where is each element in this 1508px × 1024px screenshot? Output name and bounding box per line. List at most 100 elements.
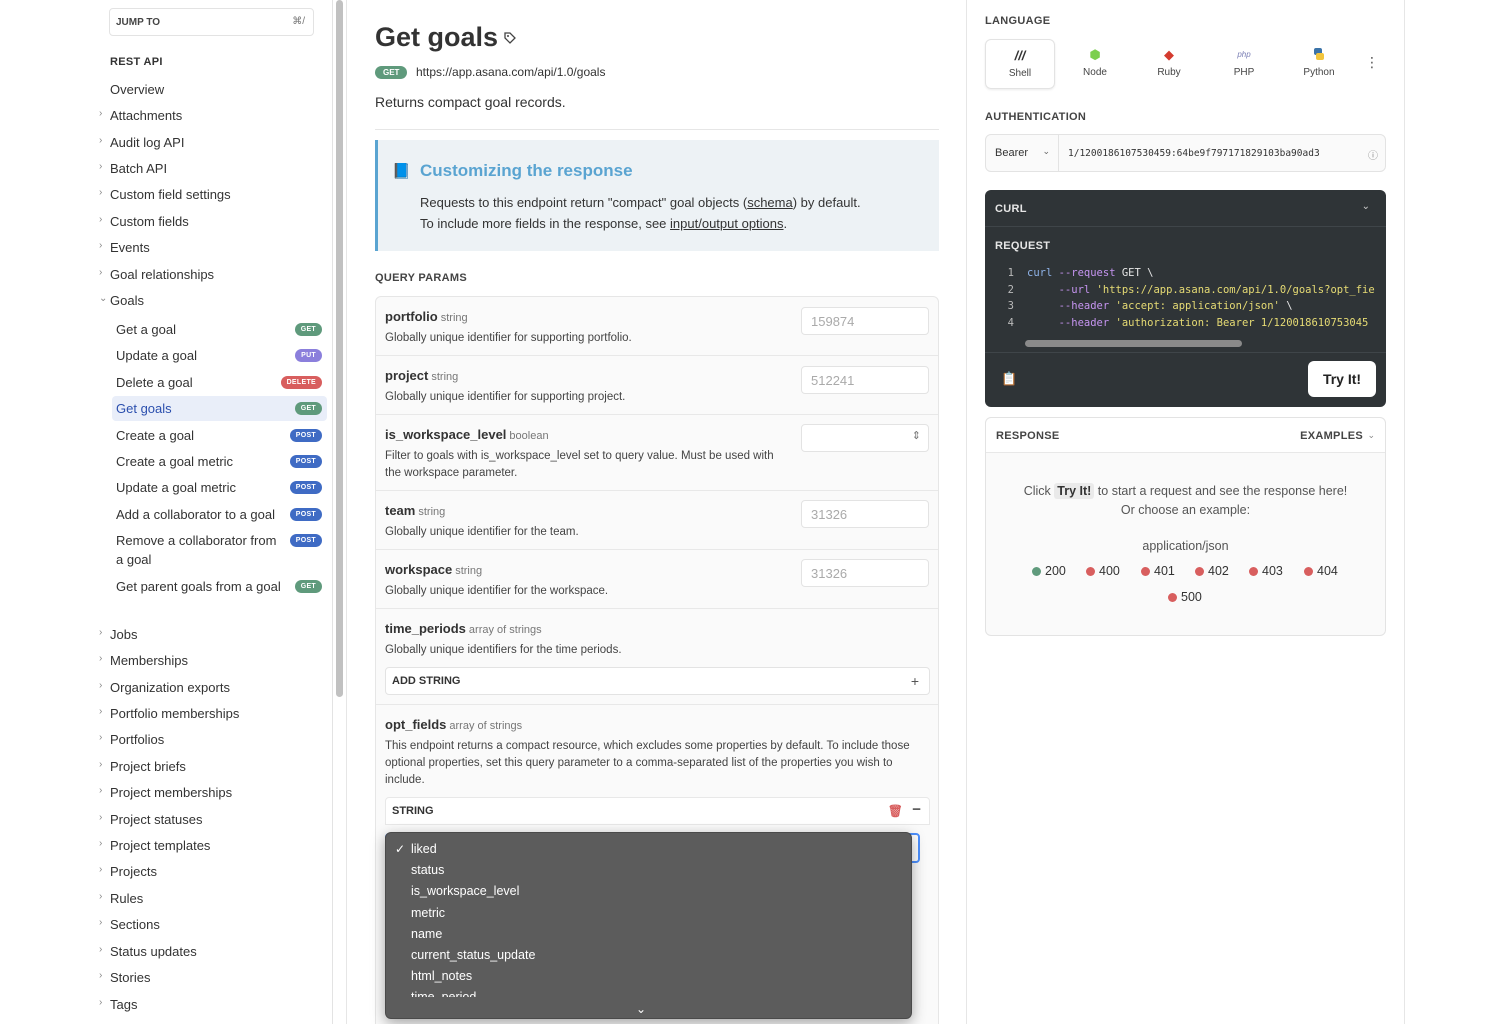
add-string-button[interactable]: ADD STRING + (385, 667, 930, 695)
sidebar-item-custom-fields[interactable]: › Custom fields (99, 214, 189, 229)
status-example-500[interactable]: 500 (1168, 590, 1202, 604)
workspace-input[interactable]: 31326 (801, 559, 929, 587)
dropdown-option[interactable]: status (411, 863, 444, 877)
sidebar-item-events[interactable]: › Events (99, 240, 150, 255)
callout: 📘 Customizing the response Requests to t… (375, 140, 939, 251)
param-row-time-periods: time_periods array of strings Globally un… (376, 609, 938, 705)
sidebar-item-project-templates[interactable]: › Project templates (99, 838, 210, 853)
sidebar-item-portfolio-memberships[interactable]: › Portfolio memberships (99, 706, 239, 721)
dropdown-option[interactable]: is_workspace_level (411, 884, 519, 898)
tag-icon[interactable] (504, 32, 516, 44)
sidebar-subitem[interactable]: Delete a goal DELETE (112, 370, 327, 395)
sidebar-item-label: Stories (110, 970, 151, 985)
trash-icon[interactable]: 🗑 (888, 804, 903, 818)
sidebar-item-portfolios[interactable]: › Portfolios (99, 732, 164, 747)
callout-text-part: Requests to this endpoint return "compac… (420, 195, 748, 210)
param-name: is_workspace_level boolean (385, 427, 549, 442)
param-name-text: project (385, 368, 429, 383)
language-shell[interactable]: /// Shell (985, 39, 1055, 89)
sidebar-subitem[interactable]: Add a collaborator to a goal POST (112, 502, 327, 527)
sidebar-item-goals[interactable]: ⌄ Goals (99, 293, 144, 308)
status-example-200[interactable]: 200 (1032, 564, 1066, 578)
language-python[interactable]: Python (1284, 39, 1354, 89)
sidebar-item-label: Project memberships (110, 785, 233, 800)
auth-type-select[interactable]: Bearer ⌄ (986, 135, 1059, 171)
sidebar-item-tags[interactable]: › Tags (99, 997, 137, 1012)
sidebar-item-memberships[interactable]: › Memberships (99, 653, 188, 668)
sidebar-item-stories[interactable]: › Stories (99, 970, 151, 985)
sidebar-item-sections[interactable]: › Sections (99, 917, 160, 932)
dropdown-option-selected[interactable]: liked (411, 842, 437, 856)
auth-token-input[interactable]: 1/1200186107530459:64be9f797171829103ba9… (1068, 148, 1320, 159)
language-php[interactable]: php PHP (1209, 39, 1279, 89)
sidebar-item-project-memberships[interactable]: › Project memberships (99, 785, 233, 800)
sidebar-subitem[interactable]: Update a goal metric POST (112, 475, 327, 500)
sidebar-subitem[interactable]: Create a goal metric POST (112, 449, 327, 474)
sidebar-item-project-statuses[interactable]: › Project statuses (99, 812, 203, 827)
chevron-right-icon: › (99, 240, 103, 251)
examples-dropdown[interactable]: EXAMPLES (1300, 430, 1363, 442)
auth-type-label: Bearer (995, 147, 1029, 159)
is-workspace-level-select[interactable]: ⇕ (801, 424, 929, 452)
sidebar-subitem-label: Get goals (116, 401, 172, 416)
status-dot (1032, 567, 1041, 576)
minus-icon[interactable]: − (912, 801, 921, 818)
chevron-down-icon[interactable]: ⌄ (1362, 201, 1370, 212)
sidebar-item-custom-field-settings[interactable]: › Custom field settings (99, 187, 231, 202)
language-label: Ruby (1157, 67, 1181, 78)
chevron-right-icon: › (99, 997, 103, 1008)
sidebar-item-project-briefs[interactable]: › Project briefs (99, 759, 186, 774)
chevron-right-icon: › (99, 917, 103, 928)
dropdown-option[interactable]: name (411, 927, 442, 941)
jump-to-button[interactable]: JUMP TO ⌘/ (109, 8, 314, 36)
status-example-401[interactable]: 401 (1141, 564, 1175, 578)
sidebar-item-rules[interactable]: › Rules (99, 891, 143, 906)
sidebar-item-projects[interactable]: › Projects (99, 864, 157, 879)
divider (985, 352, 1386, 353)
sidebar-item-label: Events (110, 240, 150, 255)
project-input[interactable]: 512241 (801, 366, 929, 394)
status-example-403[interactable]: 403 (1249, 564, 1283, 578)
method-badge: POST (289, 429, 322, 442)
code-scrollbar[interactable] (1025, 340, 1242, 347)
dropdown-option[interactable]: html_notes (411, 969, 472, 983)
sidebar-item-label: Jobs (110, 627, 138, 642)
language-node[interactable]: ⬢ Node (1060, 39, 1130, 89)
opt-fields-dropdown[interactable]: ✓ liked status is_workspace_level metric… (385, 832, 912, 1019)
sidebar-item-jobs[interactable]: › Jobs (99, 627, 138, 642)
status-example-400[interactable]: 400 (1086, 564, 1120, 578)
sidebar-subitem[interactable]: Get parent goals from a goal GET (112, 574, 327, 599)
io-options-link[interactable]: input/output options (670, 216, 783, 231)
language-ruby[interactable]: ◆ Ruby (1134, 39, 1204, 89)
chevron-right-icon: › (99, 680, 103, 691)
schema-link[interactable]: schema (747, 195, 793, 210)
sidebar-item-status-updates[interactable]: › Status updates (99, 944, 197, 959)
sidebar-item-batch-api[interactable]: › Batch API (99, 161, 167, 176)
sidebar-item-label: Attachments (110, 108, 183, 123)
sidebar-scrollbar-thumb[interactable] (336, 0, 343, 697)
try-it-button[interactable]: Try It! (1308, 361, 1376, 397)
sidebar-subitem-active[interactable]: Get goals GET (112, 396, 327, 421)
sidebar-item-attachments[interactable]: › Attachments (99, 108, 183, 123)
portfolio-input[interactable]: 159874 (801, 307, 929, 335)
param-row-workspace: workspace string Globally unique identifi… (376, 550, 938, 609)
sidebar-subitem[interactable]: Remove a collaborator from a goal POST (112, 528, 327, 572)
team-input[interactable]: 31326 (801, 500, 929, 528)
clipboard-icon[interactable]: 📋 (1001, 371, 1017, 387)
sidebar-item-audit-log-api[interactable]: › Audit log API (99, 135, 184, 150)
chevron-down-icon[interactable]: ⌄ (636, 1002, 646, 1016)
sidebar-subitem[interactable]: Create a goal POST (112, 423, 327, 448)
dropdown-option[interactable]: metric (411, 906, 445, 920)
status-example-402[interactable]: 402 (1195, 564, 1229, 578)
sidebar-item-overview[interactable]: Overview (110, 82, 164, 97)
help-icon[interactable]: ⓘ (1368, 147, 1378, 162)
sidebar-item-goal-relationships[interactable]: › Goal relationships (99, 267, 214, 282)
section-title: QUERY PARAMS (375, 272, 468, 284)
status-example-404[interactable]: 404 (1304, 564, 1338, 578)
dropdown-option[interactable]: current_status_update (411, 948, 535, 962)
sidebar-subitem[interactable]: Get a goal GET (112, 317, 327, 342)
dropdown-option[interactable]: time_period (411, 990, 476, 997)
more-icon[interactable]: ⋮ (1365, 54, 1379, 71)
sidebar-item-organization-exports[interactable]: › Organization exports (99, 680, 230, 695)
sidebar-subitem[interactable]: Update a goal PUT (112, 343, 327, 368)
